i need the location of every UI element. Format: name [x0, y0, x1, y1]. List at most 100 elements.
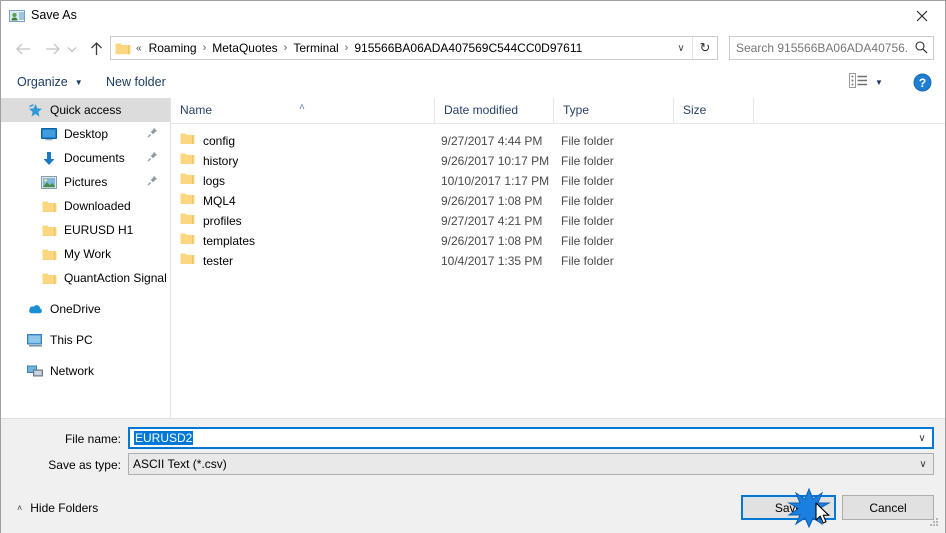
- save-as-dialog: Save As « Roaming › MetaQuotes › Termina…: [0, 0, 946, 533]
- navigation-bar: « Roaming › MetaQuotes › Terminal › 9155…: [1, 31, 945, 66]
- file-name-cell[interactable]: history: [180, 151, 238, 171]
- help-button[interactable]: ?: [913, 73, 932, 92]
- window-title: Save As: [31, 8, 77, 22]
- forward-button[interactable]: [40, 37, 64, 61]
- chevron-down-icon[interactable]: ∨: [913, 459, 933, 470]
- breadcrumb[interactable]: « Roaming › MetaQuotes › Terminal › 9155…: [131, 40, 670, 56]
- breadcrumb-item-1[interactable]: MetaQuotes: [210, 40, 279, 56]
- table-row[interactable]: config 9/27/2017 4:44 PM File folder: [171, 131, 945, 151]
- list-view-icon: [849, 73, 868, 91]
- breadcrumb-item-2[interactable]: Terminal: [291, 40, 340, 56]
- breadcrumb-separator[interactable]: ›: [341, 42, 353, 54]
- sidebar-item-onedrive[interactable]: OneDrive: [1, 297, 170, 321]
- table-row[interactable]: history 9/26/2017 10:17 PM File folder: [171, 151, 945, 171]
- sidebar-item-this-pc[interactable]: This PC: [1, 328, 170, 352]
- file-name-cell[interactable]: MQL4: [180, 191, 236, 211]
- pin-icon[interactable]: [147, 175, 158, 189]
- save-as-app-icon: [9, 8, 25, 24]
- table-row[interactable]: templates 9/26/2017 1:08 PM File folder: [171, 231, 945, 251]
- up-button[interactable]: [84, 37, 108, 61]
- file-date-cell: 9/26/2017 10:17 PM: [441, 154, 550, 168]
- table-row[interactable]: tester 10/4/2017 1:35 PM File folder: [171, 251, 945, 271]
- save-as-type-label: Save as type:: [48, 458, 121, 472]
- file-type-cell: File folder: [561, 154, 614, 168]
- close-icon: [916, 10, 928, 22]
- address-bar[interactable]: « Roaming › MetaQuotes › Terminal › 9155…: [110, 36, 718, 60]
- file-date-cell: 9/26/2017 1:08 PM: [441, 194, 543, 208]
- recent-locations-button[interactable]: [63, 37, 81, 61]
- save-as-type-select[interactable]: ASCII Text (*.csv) ∨: [128, 453, 934, 475]
- file-list-pane[interactable]: ˄ Name Date modified Type Size config 9/…: [171, 98, 945, 418]
- file-type-cell: File folder: [561, 174, 614, 188]
- column-header-name[interactable]: ˄ Name: [171, 98, 435, 123]
- new-folder-button[interactable]: New folder: [106, 72, 166, 92]
- sidebar-item-quantaction-signal[interactable]: QuantAction Signal: [1, 266, 170, 290]
- refresh-button[interactable]: ↻: [692, 37, 717, 59]
- file-name-cell[interactable]: profiles: [180, 211, 242, 231]
- sidebar-item-desktop[interactable]: Desktop: [1, 122, 170, 146]
- sidebar-item-my-work[interactable]: My Work: [1, 242, 170, 266]
- column-header-label: Type: [563, 103, 590, 117]
- column-header-type[interactable]: Type: [554, 98, 674, 123]
- search-input[interactable]: Search 915566BA06ADA40756...: [730, 41, 909, 55]
- back-button[interactable]: [11, 37, 35, 61]
- organize-button[interactable]: Organize ▼: [17, 72, 83, 92]
- resize-grip[interactable]: [928, 516, 940, 528]
- sidebar-item-eurusd-h1[interactable]: EURUSD H1: [1, 218, 170, 242]
- sidebar-item-pictures[interactable]: Pictures: [1, 170, 170, 194]
- sidebar-item-documents[interactable]: Documents: [1, 146, 170, 170]
- table-row[interactable]: logs 10/10/2017 1:17 PM File folder: [171, 171, 945, 191]
- navigation-pane[interactable]: Quick access Desktop Documents Pictures …: [1, 98, 171, 418]
- file-name-label: logs: [203, 174, 226, 188]
- desktop-icon: [41, 126, 57, 142]
- forward-arrow-icon: [45, 43, 60, 55]
- view-options-button[interactable]: ▼: [849, 73, 883, 91]
- sidebar-item-downloaded[interactable]: Downloaded: [1, 194, 170, 218]
- breadcrumb-overflow[interactable]: «: [131, 43, 147, 54]
- cancel-button[interactable]: Cancel: [842, 495, 934, 520]
- file-name-cell[interactable]: tester: [180, 251, 233, 271]
- address-dropdown-button[interactable]: ∨: [670, 43, 692, 54]
- pin-icon[interactable]: [147, 127, 158, 141]
- column-header-date-modified[interactable]: Date modified: [435, 98, 554, 123]
- help-icon: ?: [913, 73, 932, 92]
- file-name-label: File name:: [64, 432, 121, 446]
- hide-folders-button[interactable]: ˄ Hide Folders: [17, 501, 98, 515]
- column-header-size[interactable]: Size: [674, 98, 754, 123]
- search-box[interactable]: Search 915566BA06ADA40756...: [729, 36, 934, 60]
- save-button[interactable]: Save: [741, 495, 836, 520]
- chevron-up-icon: ˄: [17, 503, 23, 513]
- column-header-row: ˄ Name Date modified Type Size: [171, 98, 945, 124]
- sidebar-item-label: EURUSD H1: [64, 223, 134, 237]
- download-arrow-icon: [41, 150, 57, 166]
- file-name-selected-text[interactable]: EURUSD2: [134, 431, 194, 445]
- command-bar: Organize ▼ New folder ▼: [1, 66, 945, 99]
- file-type-cell: File folder: [561, 194, 614, 208]
- chevron-down-icon: ▼: [74, 77, 83, 87]
- breadcrumb-separator[interactable]: ›: [280, 42, 292, 54]
- file-name-cell[interactable]: templates: [180, 231, 255, 251]
- folder-icon: [180, 231, 195, 251]
- breadcrumb-item-0[interactable]: Roaming: [147, 40, 199, 56]
- file-name-cell[interactable]: logs: [180, 171, 225, 191]
- folder-icon: [41, 246, 57, 262]
- onedrive-icon: [27, 301, 43, 317]
- file-name-cell[interactable]: config: [180, 131, 235, 151]
- file-name-input[interactable]: EURUSD2 ∨: [128, 427, 934, 449]
- pin-icon[interactable]: [147, 151, 158, 165]
- folder-icon: [41, 222, 57, 238]
- folder-icon: [41, 270, 57, 286]
- table-row[interactable]: profiles 9/27/2017 4:21 PM File folder: [171, 211, 945, 231]
- file-name-label: MQL4: [203, 194, 236, 208]
- sidebar-item-network[interactable]: Network: [1, 359, 170, 383]
- sidebar-item-quick-access[interactable]: Quick access: [1, 98, 170, 122]
- chevron-down-icon[interactable]: ∨: [912, 433, 932, 444]
- file-name-value[interactable]: EURUSD2: [130, 431, 912, 445]
- breadcrumb-item-3[interactable]: 915566BA06ADA407569C544CC0D97611: [352, 40, 584, 56]
- breadcrumb-separator[interactable]: ›: [199, 42, 211, 54]
- close-button[interactable]: [899, 1, 945, 31]
- table-row[interactable]: MQL4 9/26/2017 1:08 PM File folder: [171, 191, 945, 211]
- sidebar-item-label: OneDrive: [50, 302, 101, 316]
